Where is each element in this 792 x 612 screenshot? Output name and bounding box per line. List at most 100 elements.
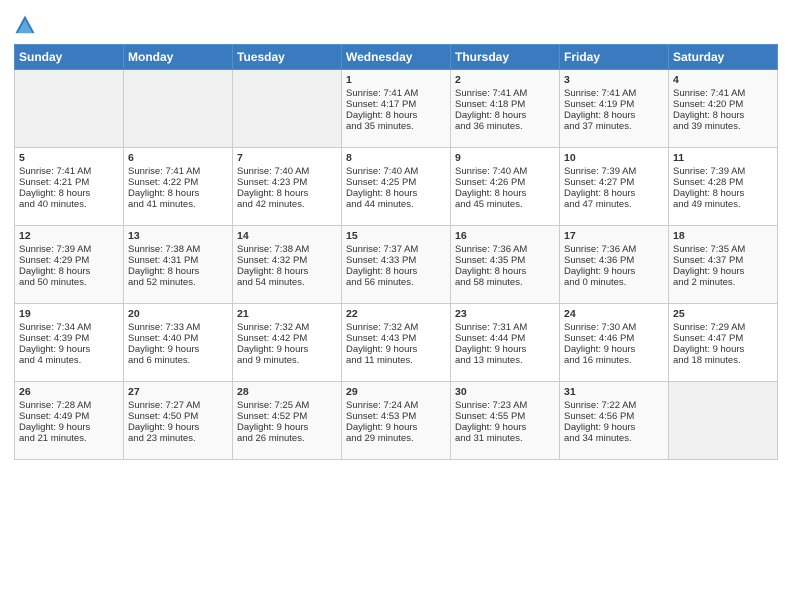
cell-line: Sunset: 4:23 PM	[237, 177, 337, 188]
cell-line: Sunrise: 7:40 AM	[237, 166, 337, 177]
calendar-cell	[124, 70, 233, 148]
cell-line: Daylight: 8 hours	[128, 266, 228, 277]
cell-line: Daylight: 8 hours	[455, 110, 555, 121]
day-number: 20	[128, 308, 228, 320]
cell-line: Sunset: 4:17 PM	[346, 99, 446, 110]
cell-line: Sunrise: 7:32 AM	[237, 322, 337, 333]
cell-line: Daylight: 9 hours	[455, 344, 555, 355]
cell-line: Daylight: 9 hours	[564, 422, 664, 433]
cell-line: Sunrise: 7:41 AM	[673, 88, 773, 99]
cell-line: Daylight: 9 hours	[673, 344, 773, 355]
calendar-cell: 11Sunrise: 7:39 AMSunset: 4:28 PMDayligh…	[669, 148, 778, 226]
calendar-cell: 31Sunrise: 7:22 AMSunset: 4:56 PMDayligh…	[560, 382, 669, 460]
cell-line: Sunset: 4:36 PM	[564, 255, 664, 266]
day-number: 19	[19, 308, 119, 320]
cell-line: and 39 minutes.	[673, 121, 773, 132]
calendar-cell: 20Sunrise: 7:33 AMSunset: 4:40 PMDayligh…	[124, 304, 233, 382]
day-number: 30	[455, 386, 555, 398]
calendar-week-row: 12Sunrise: 7:39 AMSunset: 4:29 PMDayligh…	[15, 226, 778, 304]
calendar-cell: 7Sunrise: 7:40 AMSunset: 4:23 PMDaylight…	[233, 148, 342, 226]
day-number: 9	[455, 152, 555, 164]
cell-line: Sunrise: 7:39 AM	[564, 166, 664, 177]
calendar-week-row: 19Sunrise: 7:34 AMSunset: 4:39 PMDayligh…	[15, 304, 778, 382]
cell-line: Sunrise: 7:36 AM	[455, 244, 555, 255]
calendar-cell: 12Sunrise: 7:39 AMSunset: 4:29 PMDayligh…	[15, 226, 124, 304]
cell-line: Daylight: 9 hours	[346, 344, 446, 355]
calendar-cell: 22Sunrise: 7:32 AMSunset: 4:43 PMDayligh…	[342, 304, 451, 382]
cell-line: Sunrise: 7:31 AM	[455, 322, 555, 333]
day-number: 12	[19, 230, 119, 242]
calendar-cell: 4Sunrise: 7:41 AMSunset: 4:20 PMDaylight…	[669, 70, 778, 148]
cell-line: Sunrise: 7:39 AM	[673, 166, 773, 177]
cell-line: and 11 minutes.	[346, 355, 446, 366]
cell-line: Sunrise: 7:34 AM	[19, 322, 119, 333]
cell-line: Sunrise: 7:28 AM	[19, 400, 119, 411]
calendar-cell: 10Sunrise: 7:39 AMSunset: 4:27 PMDayligh…	[560, 148, 669, 226]
cell-line: and 58 minutes.	[455, 277, 555, 288]
calendar-cell: 13Sunrise: 7:38 AMSunset: 4:31 PMDayligh…	[124, 226, 233, 304]
calendar-cell	[233, 70, 342, 148]
cell-line: Sunset: 4:55 PM	[455, 411, 555, 422]
cell-line: Daylight: 8 hours	[564, 188, 664, 199]
day-number: 6	[128, 152, 228, 164]
cell-line: and 35 minutes.	[346, 121, 446, 132]
cell-line: Daylight: 8 hours	[564, 110, 664, 121]
cell-line: and 16 minutes.	[564, 355, 664, 366]
cell-line: Daylight: 8 hours	[346, 188, 446, 199]
cell-line: Daylight: 8 hours	[455, 266, 555, 277]
day-number: 8	[346, 152, 446, 164]
cell-line: Sunrise: 7:24 AM	[346, 400, 446, 411]
cell-line: and 6 minutes.	[128, 355, 228, 366]
page-container: SundayMondayTuesdayWednesdayThursdayFrid…	[0, 0, 792, 612]
calendar-cell: 18Sunrise: 7:35 AMSunset: 4:37 PMDayligh…	[669, 226, 778, 304]
calendar-cell: 14Sunrise: 7:38 AMSunset: 4:32 PMDayligh…	[233, 226, 342, 304]
cell-line: and 40 minutes.	[19, 199, 119, 210]
cell-line: Sunset: 4:40 PM	[128, 333, 228, 344]
cell-line: Daylight: 9 hours	[564, 344, 664, 355]
cell-line: Daylight: 9 hours	[564, 266, 664, 277]
day-number: 14	[237, 230, 337, 242]
calendar-cell: 27Sunrise: 7:27 AMSunset: 4:50 PMDayligh…	[124, 382, 233, 460]
weekday-header-friday: Friday	[560, 45, 669, 70]
cell-line: Daylight: 8 hours	[19, 266, 119, 277]
day-number: 1	[346, 74, 446, 86]
calendar-cell: 6Sunrise: 7:41 AMSunset: 4:22 PMDaylight…	[124, 148, 233, 226]
cell-line: and 50 minutes.	[19, 277, 119, 288]
cell-line: Sunrise: 7:32 AM	[346, 322, 446, 333]
calendar-cell: 29Sunrise: 7:24 AMSunset: 4:53 PMDayligh…	[342, 382, 451, 460]
cell-line: Sunrise: 7:30 AM	[564, 322, 664, 333]
cell-line: Sunset: 4:22 PM	[128, 177, 228, 188]
cell-line: Sunset: 4:43 PM	[346, 333, 446, 344]
cell-line: and 23 minutes.	[128, 433, 228, 444]
cell-line: Sunrise: 7:41 AM	[564, 88, 664, 99]
cell-line: Sunset: 4:28 PM	[673, 177, 773, 188]
day-number: 17	[564, 230, 664, 242]
calendar-cell: 9Sunrise: 7:40 AMSunset: 4:26 PMDaylight…	[451, 148, 560, 226]
cell-line: Sunrise: 7:27 AM	[128, 400, 228, 411]
calendar-cell: 16Sunrise: 7:36 AMSunset: 4:35 PMDayligh…	[451, 226, 560, 304]
day-number: 23	[455, 308, 555, 320]
logo-icon	[14, 14, 36, 36]
cell-line: Daylight: 8 hours	[673, 110, 773, 121]
cell-line: Sunrise: 7:29 AM	[673, 322, 773, 333]
cell-line: Sunset: 4:46 PM	[564, 333, 664, 344]
cell-line: Sunrise: 7:23 AM	[455, 400, 555, 411]
cell-line: Daylight: 9 hours	[19, 422, 119, 433]
cell-line: Sunrise: 7:25 AM	[237, 400, 337, 411]
cell-line: Sunset: 4:31 PM	[128, 255, 228, 266]
day-number: 26	[19, 386, 119, 398]
cell-line: Sunset: 4:56 PM	[564, 411, 664, 422]
weekday-header-tuesday: Tuesday	[233, 45, 342, 70]
cell-line: Daylight: 9 hours	[346, 422, 446, 433]
cell-line: Sunrise: 7:37 AM	[346, 244, 446, 255]
cell-line: Daylight: 8 hours	[237, 266, 337, 277]
cell-line: and 37 minutes.	[564, 121, 664, 132]
cell-line: Sunrise: 7:41 AM	[128, 166, 228, 177]
cell-line: and 49 minutes.	[673, 199, 773, 210]
cell-line: Sunrise: 7:22 AM	[564, 400, 664, 411]
calendar-cell: 5Sunrise: 7:41 AMSunset: 4:21 PMDaylight…	[15, 148, 124, 226]
cell-line: Daylight: 8 hours	[346, 110, 446, 121]
cell-line: and 42 minutes.	[237, 199, 337, 210]
cell-line: Daylight: 9 hours	[128, 344, 228, 355]
cell-line: Sunrise: 7:40 AM	[455, 166, 555, 177]
